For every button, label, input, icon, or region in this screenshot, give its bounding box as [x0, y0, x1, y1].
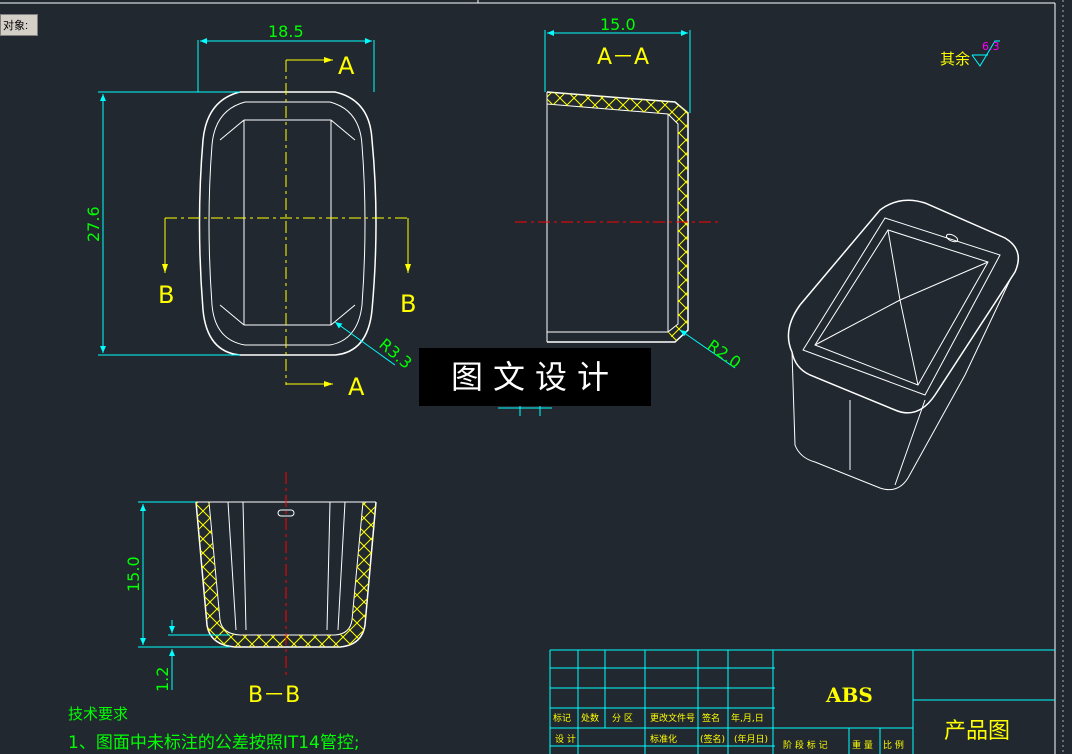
- tb-col-change-doc: 更改文件号: [650, 712, 695, 724]
- tb-col-sign: 签名: [702, 712, 720, 724]
- section-a-label-bottom: A: [348, 373, 365, 401]
- section-b-label-right: B: [400, 290, 416, 318]
- section-bb-view: 15.0 1.2 B－B: [124, 472, 377, 708]
- isometric-view: [787, 199, 1020, 491]
- surface-finish-value: 6.3: [982, 40, 1000, 53]
- dim-fillet-outer: R3.3: [375, 335, 415, 373]
- dim-section-width: 15.0: [600, 15, 636, 34]
- front-view-outer: [198, 91, 377, 356]
- surface-finish: 其余 6.3: [940, 40, 1000, 68]
- dim-fillet-inner: R2.0: [704, 336, 745, 373]
- front-view-inner: [208, 101, 366, 346]
- surface-finish-label: 其余: [940, 50, 970, 68]
- tb-drawing-name: 产品图: [944, 719, 1010, 744]
- tb-col-zone: 分 区: [612, 713, 633, 724]
- object-select-prompt[interactable]: 对象:: [0, 14, 38, 36]
- tb-col-mark: 标记: [553, 712, 571, 724]
- tb-row-standard: 标准化: [650, 733, 677, 745]
- section-bb-title: B－B: [248, 683, 300, 708]
- tb-material: ABS: [825, 683, 873, 707]
- section-aa-title: A－A: [597, 45, 649, 70]
- tb-row-date2: (年月日): [734, 733, 768, 745]
- dim-height: 27.6: [84, 206, 103, 242]
- tb-col-stage: 阶 段 标 记: [783, 739, 828, 751]
- dim-base-thickness: 1.2: [153, 667, 172, 692]
- notes-title: 技术要求: [68, 705, 128, 723]
- dim-top-width: 18.5: [268, 22, 304, 41]
- tb-col-scale: 比 例: [883, 739, 904, 751]
- front-view: A A B B 18.5 27.6 R3.3: [84, 22, 416, 401]
- dim-section-b-height: 15.0: [124, 556, 143, 592]
- tb-col-date: 年,月,日: [731, 712, 764, 724]
- notes-line-1: 1、图面中未标注的公差按照IT14管控;: [68, 733, 360, 753]
- tb-row-sign2: (签名): [700, 733, 725, 745]
- tb-col-weight: 重 量: [852, 739, 873, 751]
- section-a-label-top: A: [338, 52, 355, 80]
- watermark-banner: 图文设计: [419, 348, 651, 406]
- section-b-label-left: B: [158, 281, 174, 309]
- section-aa-hatch: [547, 92, 688, 342]
- tb-col-count: 处数: [581, 712, 599, 724]
- tb-row-design: 设 计: [555, 733, 576, 745]
